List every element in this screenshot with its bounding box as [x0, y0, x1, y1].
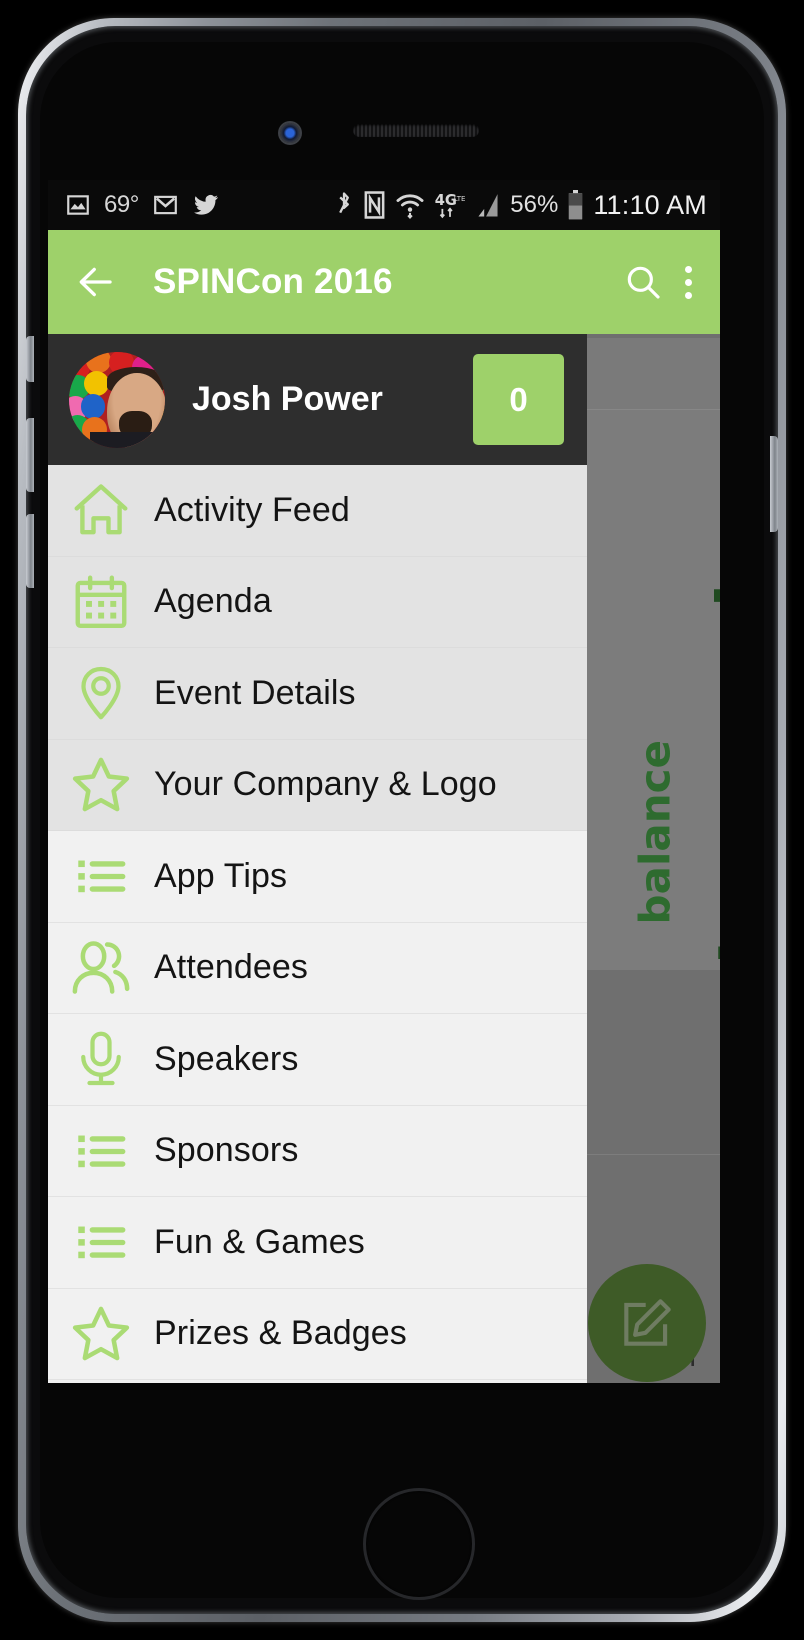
volume-down-button[interactable] — [26, 514, 34, 588]
calendar-icon — [48, 571, 154, 633]
star-icon — [48, 753, 154, 817]
phone-screen: 69° 4G LTE 56% 11:10 AM SPINCon 2016 tea… — [48, 180, 720, 1383]
4g-lte-icon: 4G LTE — [434, 191, 466, 219]
wordcloud-word-balance: balance — [630, 740, 679, 925]
points-badge[interactable]: 0 — [473, 354, 564, 445]
silence-switch[interactable] — [26, 336, 34, 382]
navigation-drawer: Josh Power 0 Activity Feed Agenda Event … — [48, 334, 587, 1383]
drawer-item-label: Your Company & Logo — [154, 765, 497, 804]
drawer-item-label: App Tips — [154, 856, 288, 895]
front-camera — [280, 123, 300, 143]
earpiece-speaker — [353, 124, 479, 137]
svg-text:LTE: LTE — [454, 195, 466, 203]
drawer-item-attendees[interactable]: Attendees — [48, 922, 587, 1014]
drawer-item-label: Attendees — [154, 948, 309, 987]
drawer-item-label: Agenda — [154, 582, 272, 621]
battery-icon — [567, 190, 584, 220]
drawer-menu-list: Activity Feed Agenda Event Details Your … — [48, 465, 587, 1380]
drawer-item-label: Activity Feed — [154, 490, 350, 529]
search-icon[interactable] — [623, 262, 663, 302]
microphone-icon — [48, 1029, 154, 1089]
temperature-label: 69° — [104, 191, 139, 218]
drawer-item-agenda[interactable]: Agenda — [48, 556, 587, 648]
avatar-bg-ball — [84, 370, 110, 396]
avatar-bg-ball — [86, 351, 112, 373]
drawer-item-speakers[interactable]: Speakers — [48, 1014, 587, 1106]
drawer-item-label: Speakers — [154, 1039, 299, 1078]
overflow-dot — [685, 291, 692, 299]
avatar[interactable] — [69, 351, 165, 448]
signal-icon — [475, 191, 501, 219]
drawer-item-app-tips[interactable]: App Tips — [48, 831, 587, 923]
drawer-item-label: Event Details — [154, 673, 356, 712]
wordcloud-word-teamwork: teamwork — [702, 560, 720, 967]
gmail-icon — [152, 192, 179, 218]
location-pin-icon — [48, 663, 154, 723]
avatar-suit — [90, 432, 165, 448]
drawer-item-activity-feed[interactable]: Activity Feed — [48, 465, 587, 557]
overflow-dot — [685, 278, 692, 286]
drawer-item-your-company-logo[interactable]: Your Company & Logo — [48, 739, 587, 831]
compose-icon — [616, 1292, 678, 1354]
list-icon — [48, 1122, 154, 1180]
drawer-item-label: Prizes & Badges — [154, 1314, 407, 1353]
page-title: SPINCon 2016 — [153, 262, 393, 301]
profile-name: Josh Power — [192, 380, 383, 418]
drawer-item-fun-games[interactable]: Fun & Games — [48, 1197, 587, 1289]
list-icon — [48, 1213, 154, 1271]
list-icon — [48, 847, 154, 905]
star-icon — [48, 1302, 154, 1366]
drawer-item-label: Sponsors — [154, 1131, 299, 1170]
drawer-profile-header[interactable]: Josh Power 0 — [48, 334, 587, 465]
nfc-icon — [363, 191, 386, 219]
overflow-menu-icon[interactable] — [685, 265, 692, 299]
clock-label: 11:10 AM — [593, 189, 707, 220]
wifi-icon — [395, 191, 425, 219]
back-arrow-icon[interactable] — [75, 261, 117, 303]
drawer-item-sponsors[interactable]: Sponsors — [48, 1105, 587, 1197]
drawer-item-event-details[interactable]: Event Details — [48, 648, 587, 740]
photo-icon — [65, 192, 91, 218]
compose-fab-button[interactable] — [588, 1264, 706, 1382]
people-icon — [48, 936, 154, 1000]
power-button[interactable] — [770, 436, 778, 532]
bluetooth-icon — [334, 191, 354, 219]
home-button[interactable] — [363, 1488, 475, 1600]
battery-percent-label: 56% — [510, 191, 559, 218]
twitter-icon — [192, 192, 220, 218]
volume-up-button[interactable] — [26, 418, 34, 492]
app-bar: SPINCon 2016 — [48, 230, 720, 334]
drawer-item-label: Fun & Games — [154, 1222, 365, 1261]
home-icon — [48, 479, 154, 541]
overflow-dot — [685, 265, 692, 273]
avatar-bg-ball — [80, 393, 106, 419]
drawer-item-prizes-badges[interactable]: Prizes & Badges — [48, 1288, 587, 1380]
status-bar: 69° 4G LTE 56% 11:10 AM — [48, 180, 720, 230]
